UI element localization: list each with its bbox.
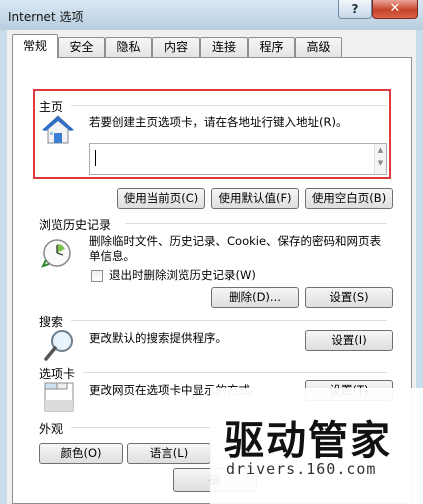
- use-default-button[interactable]: 使用默认值(F): [211, 188, 299, 209]
- history-description: 删除临时文件、历史记录、Cookie、保存的密码和网页表单信息。: [89, 234, 382, 263]
- tab-connections[interactable]: 连接: [200, 37, 248, 57]
- watermark: 驱动管家 drivers.160.com: [210, 388, 423, 504]
- history-heading: 浏览历史记录: [39, 218, 112, 232]
- tab-advanced[interactable]: 高级: [295, 37, 342, 57]
- text-caret: [95, 150, 96, 166]
- appearance-heading: 外观: [39, 422, 64, 436]
- colors-button[interactable]: 颜色(O): [39, 443, 123, 464]
- use-blank-button[interactable]: 使用空白页(B): [305, 188, 393, 209]
- history-settings-button[interactable]: 设置(S): [305, 287, 393, 308]
- window-title: Internet 选项: [8, 10, 84, 24]
- home-page-description: 若要创建主页选项卡，请在各地址行键入地址(R)。: [89, 115, 348, 129]
- tab-content[interactable]: 内容: [152, 37, 200, 57]
- search-icon: [43, 328, 77, 362]
- delete-on-exit-checkbox[interactable]: [91, 270, 103, 282]
- help-button[interactable]: ?: [338, 0, 372, 19]
- watermark-brand: 驱动管家: [224, 418, 392, 464]
- history-divider: [125, 223, 387, 224]
- languages-button[interactable]: 语言(L): [127, 443, 211, 464]
- home-page-address-input[interactable]: ▲ ▼: [89, 143, 387, 175]
- close-button[interactable]: ✕: [372, 0, 418, 19]
- tab-privacy[interactable]: 隐私: [105, 37, 152, 57]
- watermark-url: drivers.160.com: [226, 460, 377, 478]
- home-page-divider: [71, 105, 387, 106]
- tab-general[interactable]: 常规: [12, 34, 58, 58]
- delete-on-exit-label: 退出时删除浏览历史记录(W): [109, 268, 256, 282]
- clock-icon: [41, 236, 75, 270]
- search-settings-button[interactable]: 设置(I): [305, 330, 393, 351]
- house-icon: [41, 113, 75, 147]
- tab-programs[interactable]: 程序: [248, 37, 295, 57]
- search-divider: [71, 320, 387, 321]
- tabs-divider: [83, 372, 387, 373]
- use-current-button[interactable]: 使用当前页(C): [117, 188, 205, 209]
- tab-security[interactable]: 安全: [58, 37, 105, 57]
- tabs-window-icon: [42, 380, 76, 414]
- search-description: 更改默认的搜索提供程序。: [89, 331, 227, 345]
- title-bar: Internet 选项 ? ✕: [0, 0, 423, 30]
- delete-history-button[interactable]: 删除(D)...: [211, 287, 299, 308]
- address-scrollbar[interactable]: ▲ ▼: [374, 144, 386, 174]
